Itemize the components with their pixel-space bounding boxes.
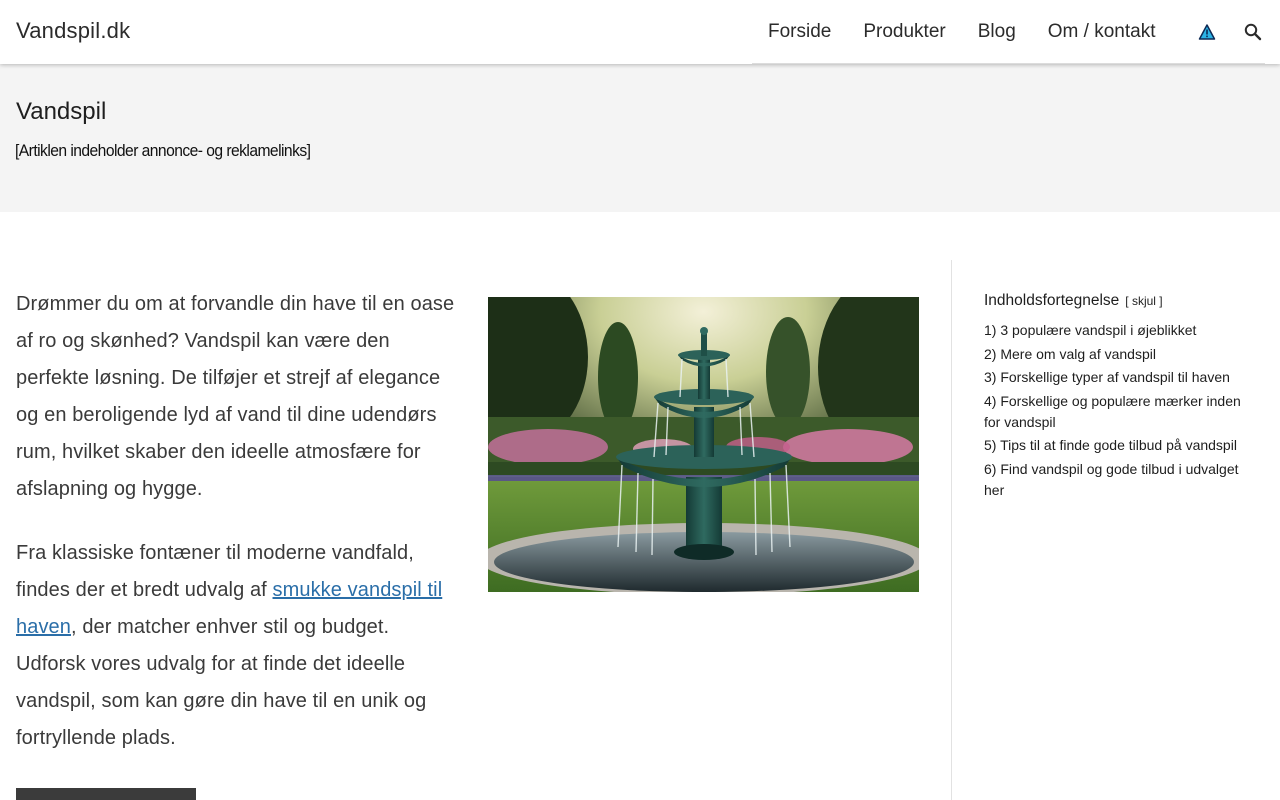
main-nav: Forside Produkter Blog Om / kontakt [752,0,1265,64]
toc-item[interactable]: 6) Find vandspil og gode tilbud i udvalg… [984,459,1259,501]
nav-item-blog[interactable]: Blog [978,21,1016,43]
nav-item-produkter[interactable]: Produkter [863,21,945,43]
nav-item-forside[interactable]: Forside [768,21,831,43]
toc-item[interactable]: 5) Tips til at finde gode tilbud på vand… [984,435,1259,456]
intro-paragraph: Drømmer du om at forvandle din have til … [16,293,455,500]
toc-hide-toggle[interactable]: [ skjul ] [1125,294,1162,308]
site-logo-text[interactable]: Vandspil.dk [16,18,130,44]
search-icon[interactable] [1243,22,1263,42]
cta-button[interactable] [16,788,196,800]
ad-disclaimer: [Artiklen indeholder annonce- og reklame… [15,141,311,160]
toc-list: 1) 3 populære vandspil i øjeblikket 2) M… [984,320,1259,501]
second-paragraph: Fra klassiske fontæner til moderne vandf… [16,535,456,757]
article-body: Drømmer du om at forvandle din have til … [16,286,456,784]
toc-header: Indholdsfortegnelse [ skjul ] [984,292,1259,310]
warning-triangle-icon[interactable] [1197,22,1217,42]
page-title: Vandspil [16,98,107,125]
toc-title: Indholdsfortegnelse [984,292,1120,309]
toc-item[interactable]: 3) Forskellige typer af vandspil til hav… [984,367,1259,388]
fountain-image [488,297,919,592]
sidebar-divider [951,260,952,800]
toc-item[interactable]: 4) Forskellige og populære mærker inden … [984,391,1259,433]
page-title-band: Vandspil [Artiklen indeholder annonce- o… [0,64,1280,212]
nav-item-om-kontakt[interactable]: Om / kontakt [1048,21,1156,43]
toc-item[interactable]: 1) 3 populære vandspil i øjeblikket [984,320,1259,341]
paragraph-text: , der matcher enhver stil og budget. Udf… [16,616,427,749]
site-header: Vandspil.dk Forside Produkter Blog Om / … [0,0,1280,64]
toc-item[interactable]: 2) Mere om valg af vandspil [984,344,1259,365]
table-of-contents: Indholdsfortegnelse [ skjul ] 1) 3 populæ… [984,292,1259,503]
